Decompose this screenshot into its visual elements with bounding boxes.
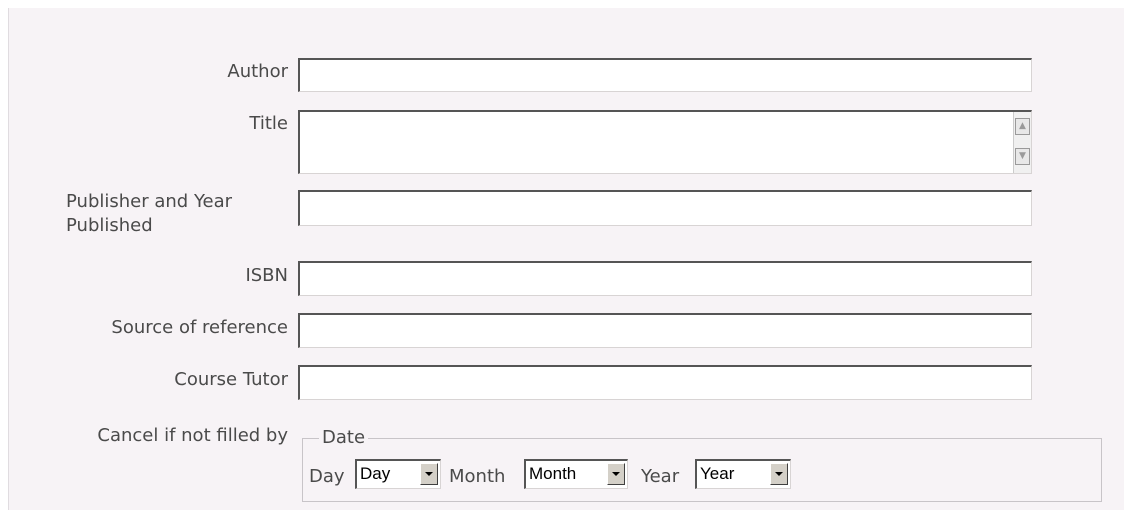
month-select-value: Month bbox=[529, 464, 577, 483]
cancel-label: Cancel if not filled by bbox=[97, 425, 288, 446]
date-legend: Date bbox=[319, 426, 369, 450]
day-select[interactable]: Day bbox=[355, 459, 441, 489]
dropdown-arrow-icon[interactable] bbox=[770, 463, 788, 485]
month-select[interactable]: Month bbox=[524, 459, 628, 489]
dropdown-arrow-icon[interactable] bbox=[420, 463, 438, 485]
scroll-down-arrow-icon[interactable]: ▼ bbox=[1015, 148, 1030, 165]
source-input[interactable] bbox=[298, 313, 1032, 348]
dropdown-arrow-icon[interactable] bbox=[607, 463, 625, 485]
year-select[interactable]: Year bbox=[695, 459, 791, 489]
isbn-input[interactable] bbox=[298, 261, 1032, 296]
day-label: Day bbox=[309, 466, 345, 487]
tutor-input[interactable] bbox=[298, 365, 1032, 400]
title-label: Title bbox=[249, 113, 288, 134]
year-select-value: Year bbox=[700, 464, 735, 483]
author-input[interactable] bbox=[298, 58, 1032, 92]
publisher-input[interactable] bbox=[298, 190, 1032, 226]
author-label: Author bbox=[227, 61, 288, 82]
month-label: Month bbox=[449, 466, 506, 487]
isbn-label: ISBN bbox=[245, 265, 288, 286]
tutor-label: Course Tutor bbox=[174, 369, 288, 390]
year-label: Year bbox=[641, 466, 680, 487]
scroll-up-arrow-icon[interactable]: ▲ bbox=[1015, 118, 1030, 135]
publisher-label: Publisher and Year Published bbox=[66, 191, 233, 236]
source-label: Source of reference bbox=[111, 317, 288, 338]
title-scrollbar[interactable]: ▲ ▼ bbox=[1013, 112, 1031, 173]
day-select-value: Day bbox=[360, 464, 391, 483]
title-textarea[interactable]: ▲ ▼ bbox=[298, 110, 1032, 174]
date-fieldset: Date Day Day Month Month Year Year bbox=[302, 426, 1102, 502]
